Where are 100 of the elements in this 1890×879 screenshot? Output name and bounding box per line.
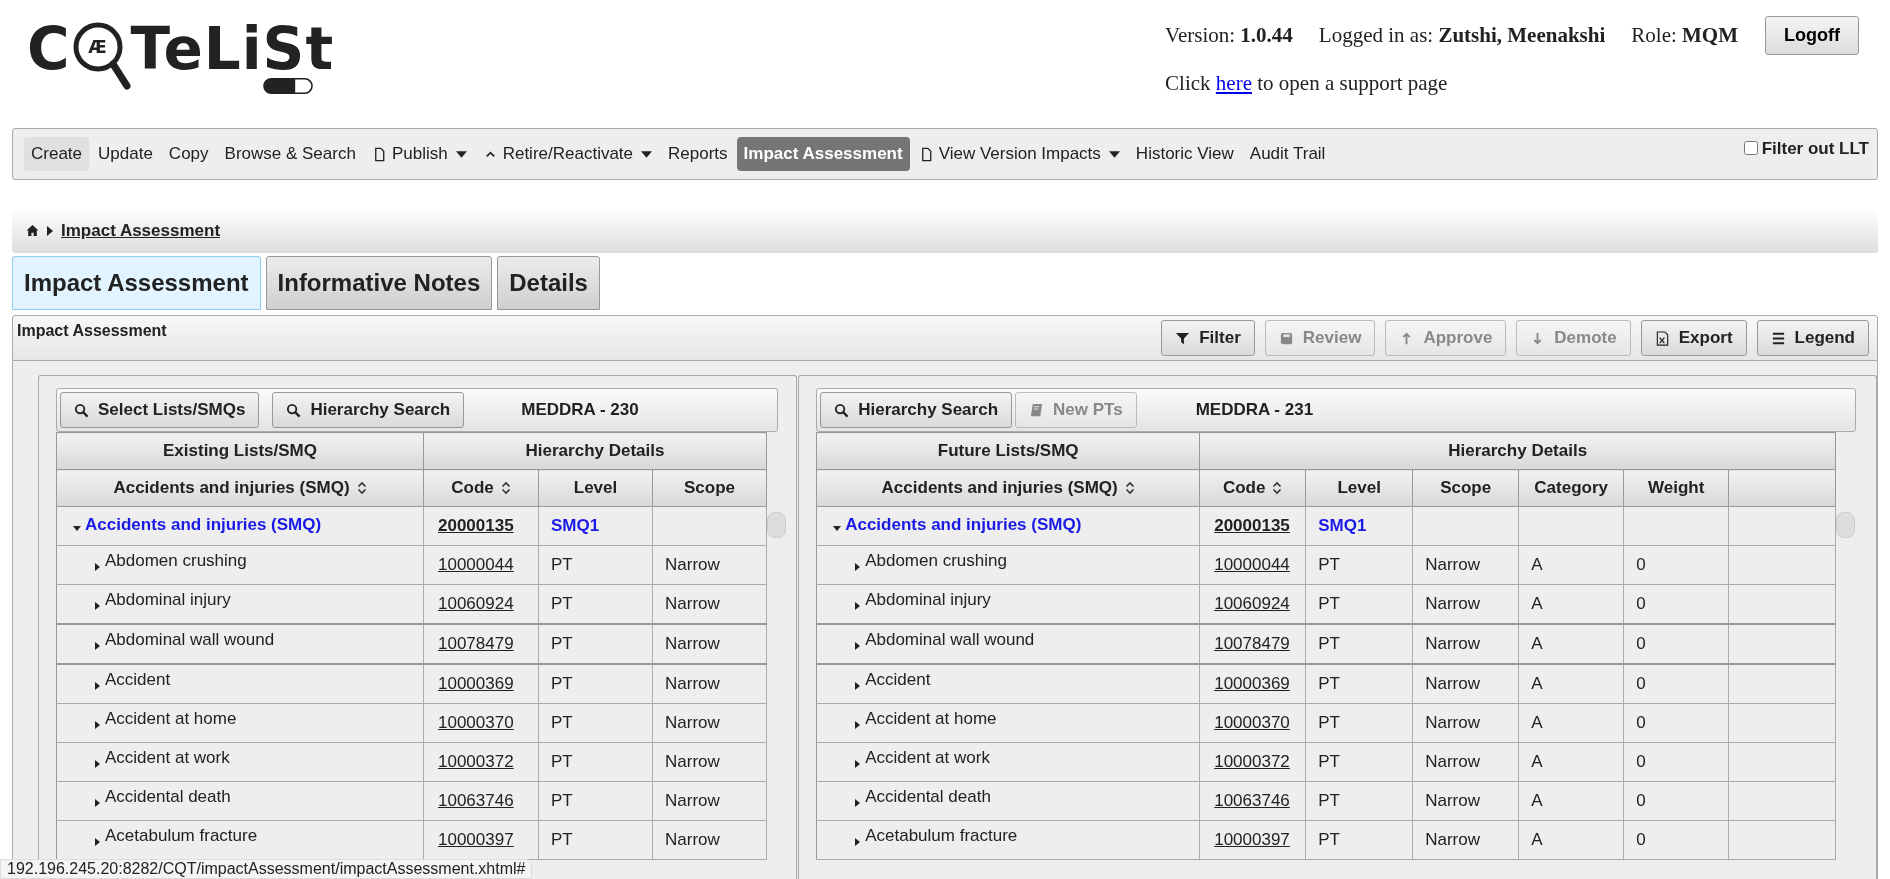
filter-icon [1175, 330, 1191, 346]
support-link[interactable]: here [1215, 71, 1252, 95]
term-name: Accident [865, 670, 931, 690]
filter-checkbox[interactable] [1743, 141, 1758, 155]
expand-toggle-icon[interactable] [853, 838, 862, 846]
action-button[interactable]: Export [1640, 320, 1747, 356]
breadcrumb-link[interactable]: Impact Assessment [61, 220, 221, 241]
tree-cell[interactable]: Acetabulum fracture [56, 820, 424, 860]
expand-toggle-icon[interactable] [853, 563, 862, 571]
menu-item[interactable]: Historic View [1128, 137, 1241, 171]
tree-cell[interactable]: Abdominal injury [816, 584, 1200, 624]
code-link[interactable]: 10060924 [438, 594, 514, 613]
tree-cell[interactable]: Accident [56, 664, 424, 704]
column-header[interactable]: Accidents and injuries (SMQ) [56, 469, 424, 507]
action-button[interactable]: Filter [1161, 320, 1255, 356]
expand-toggle-icon[interactable] [853, 602, 862, 610]
menu-item[interactable]: Copy [161, 137, 216, 171]
tab[interactable]: Informative Notes [265, 256, 493, 310]
action-button[interactable]: Legend [1756, 320, 1869, 356]
code-link[interactable]: 10000370 [1214, 713, 1290, 732]
tree-cell[interactable]: Accident at home [56, 703, 424, 743]
sort-icon[interactable] [500, 481, 511, 495]
code-link[interactable]: 10060924 [1214, 594, 1290, 613]
expand-toggle-icon[interactable] [853, 721, 862, 729]
code-link[interactable]: 10000370 [438, 713, 514, 732]
toolbar-button[interactable]: Hierarchy Search [820, 392, 1013, 428]
table-cell: 0 [1636, 713, 1646, 732]
tree-cell[interactable]: Accidents and injuries (SMQ) [56, 506, 424, 546]
menu-item[interactable]: Impact Assessment [736, 137, 910, 171]
expand-toggle-icon[interactable] [93, 721, 101, 729]
tree-cell[interactable]: Accident [816, 664, 1200, 704]
menu-item[interactable]: Browse & Search [217, 137, 363, 171]
tree-cell[interactable]: Accidents and injuries (SMQ) [816, 506, 1200, 546]
expand-toggle-icon[interactable] [73, 524, 81, 532]
expand-toggle-icon[interactable] [93, 838, 101, 846]
table-cell: PT [1318, 791, 1340, 810]
code-link[interactable]: 10000372 [1214, 752, 1290, 771]
code-link[interactable]: 20000135 [438, 516, 514, 535]
tree-cell[interactable]: Abdominal wall wound [56, 624, 424, 664]
tab[interactable]: Impact Assessment [12, 256, 261, 310]
tree-cell[interactable]: Accident at work [816, 742, 1200, 782]
tree-cell[interactable]: Abdominal injury [56, 584, 424, 624]
menu-item[interactable]: View Version Impacts [911, 137, 1127, 171]
logoff-button[interactable]: Logoff [1765, 16, 1859, 55]
expand-toggle-icon[interactable] [853, 642, 862, 650]
expand-toggle-icon[interactable] [853, 682, 862, 690]
menu-item[interactable]: Publish [364, 137, 474, 171]
expand-toggle-icon[interactable] [853, 760, 862, 768]
tree-cell[interactable]: Acetabulum fracture [816, 820, 1200, 860]
tree-cell[interactable]: Abdomen crushing [56, 545, 424, 585]
column-header[interactable]: Accidents and injuries (SMQ) [816, 469, 1200, 507]
code-link[interactable]: 10000397 [1214, 830, 1290, 849]
menu-item[interactable]: Audit Trail [1242, 137, 1333, 171]
pill-logo-icon [262, 78, 314, 94]
expand-toggle-icon[interactable] [93, 682, 101, 690]
toolbar-button[interactable]: Hierarchy Search [272, 392, 465, 428]
sort-icon[interactable] [1272, 481, 1283, 495]
tree-cell[interactable]: Accidental death [56, 781, 424, 821]
term-name: Accident at home [105, 709, 237, 729]
menu-item[interactable]: Reports [661, 137, 735, 171]
table-cell: Narrow [1425, 555, 1480, 574]
column-header[interactable]: Code [1199, 469, 1306, 507]
code-link[interactable]: 20000135 [1214, 516, 1290, 535]
column-header[interactable]: Code [423, 469, 539, 507]
expand-toggle-icon[interactable] [93, 760, 101, 768]
expand-toggle-icon[interactable] [853, 799, 862, 807]
menu-item[interactable]: Retire/Reactivate [475, 137, 660, 171]
menu-item[interactable]: Create [24, 137, 90, 171]
term-name: Abdomen crushing [865, 551, 1007, 571]
home-icon[interactable] [26, 224, 39, 237]
code-link[interactable]: 10000044 [1214, 555, 1290, 574]
tree-cell[interactable]: Accidental death [816, 781, 1200, 821]
scrollbar-thumb[interactable] [1836, 512, 1856, 538]
code-link[interactable]: 10000044 [438, 555, 514, 574]
expand-toggle-icon[interactable] [93, 799, 101, 807]
tree-cell[interactable]: Abdomen crushing [816, 545, 1200, 585]
tab[interactable]: Details [497, 256, 600, 310]
toolbar-button[interactable]: Select Lists/SMQs [60, 392, 260, 428]
term-name: Abdominal injury [105, 590, 231, 610]
table-cell: SMQ1 [1318, 516, 1367, 535]
sort-icon[interactable] [1124, 481, 1135, 495]
table-cell: 0 [1636, 830, 1646, 849]
column-group-header: Future Lists/SMQ [816, 432, 1200, 470]
sort-icon[interactable] [356, 481, 367, 495]
code-link[interactable]: 10063746 [1214, 791, 1290, 810]
expand-toggle-icon[interactable] [93, 602, 101, 610]
menu-item[interactable]: Update [91, 137, 160, 171]
table-cell: PT [1318, 555, 1340, 574]
tree-cell[interactable]: Accident at home [816, 703, 1200, 743]
code-link[interactable]: 10000397 [438, 830, 514, 849]
expand-toggle-icon[interactable] [93, 642, 101, 650]
tree-cell[interactable]: Abdominal wall wound [816, 624, 1200, 664]
panel-title: Impact Assessment [16, 321, 168, 341]
scrollbar-thumb[interactable] [767, 512, 786, 538]
code-link[interactable]: 10000372 [438, 752, 514, 771]
table-cell: A [1531, 791, 1543, 810]
expand-toggle-icon[interactable] [93, 563, 101, 571]
tree-cell[interactable]: Accident at work [56, 742, 424, 782]
code-link[interactable]: 10063746 [438, 791, 514, 810]
expand-toggle-icon[interactable] [833, 524, 842, 532]
